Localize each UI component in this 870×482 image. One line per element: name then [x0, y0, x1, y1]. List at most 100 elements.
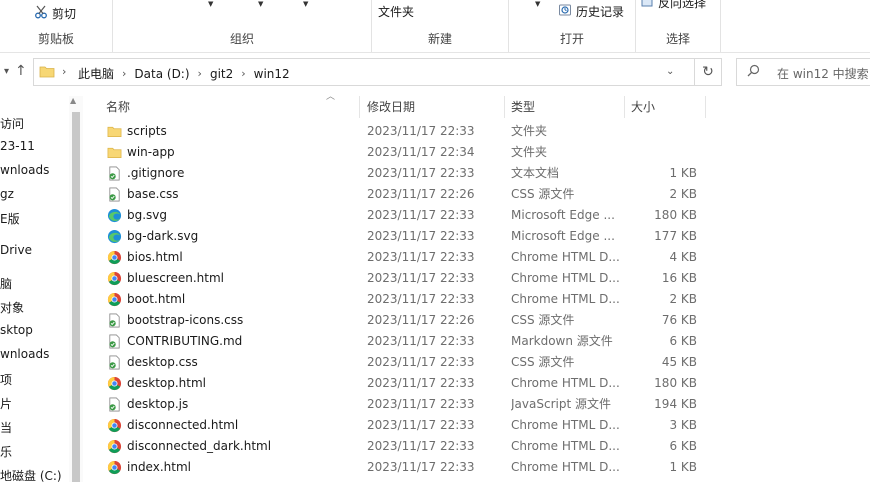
file-size: 3 KB: [669, 418, 697, 432]
cut-button[interactable]: 剪切: [34, 5, 76, 22]
file-date: 2023/11/17 22:33: [367, 124, 475, 138]
file-row[interactable]: boot.html 2023/11/17 22:33 Chrome HTML D..…: [100, 289, 706, 310]
file-row[interactable]: CONTRIBUTING.md 2023/11/17 22:33 Markdown …: [100, 331, 706, 352]
file-row[interactable]: index.html 2023/11/17 22:33 Chrome HTML D.…: [100, 457, 706, 478]
nav-item[interactable]: 对象: [0, 299, 24, 316]
nav-item[interactable]: E版: [0, 210, 20, 227]
move-to-dropdown-icon[interactable]: ▼: [208, 0, 213, 8]
file-row[interactable]: base.css 2023/11/17 22:26 CSS 源文件 2 KB: [100, 184, 706, 205]
file-row[interactable]: bg-dark.svg 2023/11/17 22:33 Microsoft Edg…: [100, 226, 706, 247]
column-type[interactable]: 类型: [511, 96, 621, 118]
refresh-button[interactable]: ↻: [694, 58, 722, 86]
file-size: 45 KB: [661, 355, 697, 369]
column-name[interactable]: 名称: [106, 96, 356, 118]
new-folder-button[interactable]: 文件夹: [378, 3, 414, 20]
file-date: 2023/11/17 22:33: [367, 460, 475, 474]
column-divider[interactable]: [705, 96, 706, 118]
column-size[interactable]: 大小: [631, 96, 701, 118]
history-button[interactable]: 历史记录: [558, 3, 624, 20]
nav-item[interactable]: 项: [0, 371, 12, 388]
ribbon-group-open: ▼ 历史记录 打开: [509, 0, 636, 52]
file-size: 76 KB: [661, 313, 697, 327]
file-type: Chrome HTML D...: [511, 271, 620, 285]
folder-location-icon: [39, 64, 55, 83]
history-icon: [558, 3, 572, 20]
nav-item[interactable]: Drive: [0, 243, 32, 257]
edge-icon: [107, 208, 122, 223]
search-icon: [747, 64, 760, 81]
nav-item[interactable]: 脑: [0, 275, 12, 292]
address-bar[interactable]: › 此电脑 › Data (D:) › git2 › win12 ⌄: [33, 58, 722, 86]
column-divider[interactable]: [359, 96, 360, 118]
nav-item[interactable]: 访问: [0, 115, 24, 132]
file-type: Chrome HTML D...: [511, 376, 620, 390]
file-row[interactable]: desktop.css 2023/11/17 22:33 CSS 源文件 45 KB: [100, 352, 706, 373]
file-size: 1 KB: [669, 166, 697, 180]
file-size: 4 KB: [669, 250, 697, 264]
nav-scrollbar-thumb[interactable]: [72, 112, 80, 482]
file-name: index.html: [127, 460, 191, 474]
nav-item[interactable]: 23-11: [0, 139, 35, 153]
chevron-right-icon[interactable]: ›: [122, 67, 126, 80]
folder-icon: [107, 124, 122, 139]
file-list: scripts 2023/11/17 22:33 文件夹 win-app 2023/11…: [100, 121, 706, 478]
file-row[interactable]: bootstrap-icons.css 2023/11/17 22:26 CSS 源…: [100, 310, 706, 331]
chevron-right-icon[interactable]: ›: [198, 67, 202, 80]
copy-to-dropdown-icon[interactable]: ▼: [258, 0, 263, 8]
crumb-data-drive[interactable]: Data (D:): [134, 67, 189, 81]
file-type: Chrome HTML D...: [511, 460, 620, 474]
nav-item[interactable]: 地磁盘 (C:): [0, 467, 62, 482]
search-input[interactable]: 在 win12 中搜索: [736, 58, 870, 86]
file-name: bootstrap-icons.css: [127, 313, 244, 327]
crumb-git2[interactable]: git2: [210, 67, 233, 81]
file-row[interactable]: bios.html 2023/11/17 22:33 Chrome HTML D..…: [100, 247, 706, 268]
file-row[interactable]: desktop.js 2023/11/17 22:33 JavaScript 源文件…: [100, 394, 706, 415]
chrome-icon: [107, 250, 122, 265]
scissors-icon: [34, 5, 48, 22]
nav-item[interactable]: gz: [0, 187, 14, 201]
file-name: disconnected_dark.html: [127, 439, 272, 453]
column-date[interactable]: 修改日期: [367, 96, 497, 118]
column-divider[interactable]: [504, 96, 505, 118]
recent-locations-icon[interactable]: ▾: [4, 66, 9, 77]
text-file-icon: [107, 355, 122, 370]
crumb-win12[interactable]: win12: [254, 67, 290, 81]
file-date: 2023/11/17 22:33: [367, 208, 475, 222]
nav-item[interactable]: 当: [0, 419, 12, 436]
address-dropdown-icon[interactable]: ⌄: [666, 66, 674, 77]
nav-item[interactable]: wnloads: [0, 347, 49, 361]
file-row[interactable]: bg.svg 2023/11/17 22:33 Microsoft Edge ...…: [100, 205, 706, 226]
file-row[interactable]: bluescreen.html 2023/11/17 22:33 Chrome HT…: [100, 268, 706, 289]
delete-dropdown-icon[interactable]: ▼: [303, 0, 308, 8]
file-date: 2023/11/17 22:33: [367, 376, 475, 390]
file-type: 文件夹: [511, 145, 548, 159]
nav-item[interactable]: 片: [0, 395, 12, 412]
open-dropdown-icon[interactable]: ▼: [535, 0, 540, 8]
file-name: desktop.html: [127, 376, 207, 390]
column-divider[interactable]: [624, 96, 625, 118]
file-name: win-app: [127, 145, 175, 159]
file-row[interactable]: scripts 2023/11/17 22:33 文件夹: [100, 121, 706, 142]
nav-item[interactable]: 乐: [0, 443, 12, 460]
chevron-right-icon[interactable]: ›: [241, 67, 245, 80]
chrome-icon: [107, 271, 122, 286]
nav-item[interactable]: wnloads: [0, 163, 49, 177]
file-date: 2023/11/17 22:33: [367, 250, 475, 264]
file-row[interactable]: win-app 2023/11/17 22:34 文件夹: [100, 142, 706, 163]
file-size: [625, 142, 697, 163]
file-name: bg-dark.svg: [127, 229, 199, 243]
file-row[interactable]: disconnected_dark.html 2023/11/17 22:33 Ch…: [100, 436, 706, 457]
file-row[interactable]: disconnected.html 2023/11/17 22:33 Chrome …: [100, 415, 706, 436]
file-row[interactable]: desktop.html 2023/11/17 22:33 Chrome HTML …: [100, 373, 706, 394]
file-name: CONTRIBUTING.md: [127, 334, 243, 348]
file-name: disconnected.html: [127, 418, 239, 432]
nav-item[interactable]: sktop: [0, 323, 33, 337]
up-arrow-icon[interactable]: ↑: [15, 63, 27, 79]
crumb-this-pc[interactable]: 此电脑: [78, 65, 114, 82]
text-file-icon: [107, 334, 122, 349]
scroll-up-icon[interactable]: ▲: [70, 96, 76, 105]
invert-selection-button[interactable]: 反向选择: [640, 0, 706, 11]
refresh-icon: ↻: [702, 64, 714, 80]
file-row[interactable]: .gitignore 2023/11/17 22:33 文本文档 1 KB: [100, 163, 706, 184]
cut-label: 剪切: [52, 7, 77, 21]
